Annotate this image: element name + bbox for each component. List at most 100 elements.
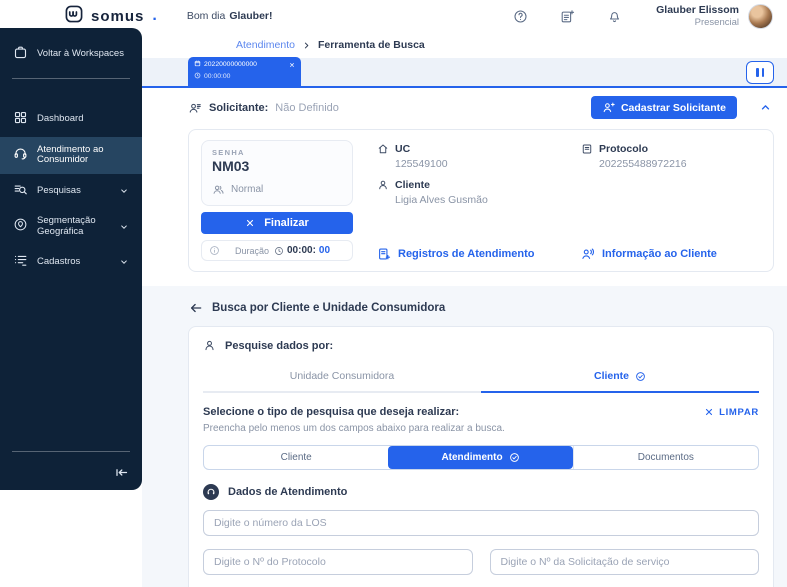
somus-logo-dot: . xyxy=(152,7,156,25)
ticket-left-column: SENHA NM03 Normal xyxy=(201,140,353,261)
senha-value: NM03 xyxy=(212,158,342,174)
top-bar: somus. Bom dia Glauber! xyxy=(0,0,787,30)
pause-button[interactable] xyxy=(746,61,774,84)
uc-label: UC xyxy=(395,143,410,155)
chevron-up-icon[interactable] xyxy=(759,101,772,114)
uc-label-row: UC xyxy=(377,143,557,155)
clock-icon xyxy=(194,72,201,82)
chevron-right-icon xyxy=(302,41,311,50)
finalizar-button[interactable]: Finalizar xyxy=(201,212,353,234)
home-icon xyxy=(377,143,389,155)
cliente-field: Cliente Ligia Alves Gusmão xyxy=(377,179,557,206)
dados-atendimento-row: Dados de Atendimento xyxy=(203,484,759,500)
segment-cliente[interactable]: Cliente xyxy=(204,446,388,469)
person-icon xyxy=(377,179,389,191)
user-menu[interactable]: Glauber Elissom Presencial xyxy=(656,4,773,29)
bell-icon[interactable] xyxy=(607,9,622,24)
close-icon[interactable] xyxy=(289,62,295,68)
sidebar-item-atendimento-consumidor[interactable]: Atendimento ao Consumidor xyxy=(0,137,142,174)
protocolo-value: 202255488972216 xyxy=(599,158,761,170)
select-type-hint: Preencha pelo menos um dos campos abaixo… xyxy=(203,423,759,434)
avatar[interactable] xyxy=(748,4,773,29)
doc-add-icon xyxy=(377,247,391,261)
sidebar-item-label: Voltar à Workspaces xyxy=(37,49,124,59)
greeting-name: Glauber! xyxy=(229,10,272,22)
sidebar-item-dashboard[interactable]: Dashboard xyxy=(0,102,142,136)
ticket-card: SENHA NM03 Normal xyxy=(188,129,774,272)
informacao-cliente-link[interactable]: Informação ao Cliente xyxy=(581,247,761,261)
geo-pin-icon xyxy=(13,217,28,235)
tab-unidade-consumidora[interactable]: Unidade Consumidora xyxy=(203,362,481,391)
sidebar-divider xyxy=(12,78,130,79)
search-tabs: Unidade Consumidora Cliente xyxy=(203,362,759,393)
breadcrumb-parent[interactable]: Atendimento xyxy=(236,39,295,51)
sidebar-gap xyxy=(0,86,142,102)
protocolo-label-row: Protocolo xyxy=(581,143,761,155)
input-row xyxy=(203,549,759,575)
greeting: Bom dia Glauber! xyxy=(187,10,273,22)
main-content: Atendimento Ferramenta de Busca 20220000… xyxy=(142,30,787,587)
somus-logo-icon xyxy=(64,4,84,29)
solicitacao-servico-input[interactable] xyxy=(490,549,760,575)
informacao-cliente-label: Informação ao Cliente xyxy=(602,248,717,260)
cliente-label: Cliente xyxy=(395,179,430,191)
solicitante-value: Não Definido xyxy=(275,102,339,114)
document-icon xyxy=(581,143,593,155)
note-add-icon[interactable] xyxy=(560,9,575,24)
priority-row: Normal xyxy=(212,183,342,196)
duracao-label: Duração xyxy=(235,246,269,256)
duracao-box: Duração 00:00:00 xyxy=(201,240,353,261)
sidebar-item-segmentacao-geografica[interactable]: Segmentação Geográfica xyxy=(0,208,142,245)
sidebar-divider xyxy=(12,451,130,452)
search-type-segments: Cliente Atendimento Documentos xyxy=(203,445,759,470)
session-tab[interactable]: 20220000000000 00:00:00 xyxy=(188,57,301,86)
headset-circle-icon xyxy=(203,484,219,500)
segment-atendimento[interactable]: Atendimento xyxy=(388,446,572,469)
sidebar-item-voltar-workspaces[interactable]: Voltar à Workspaces xyxy=(0,37,142,71)
registros-atendimento-label: Registros de Atendimento xyxy=(398,248,535,260)
x-icon xyxy=(704,407,714,417)
help-icon[interactable] xyxy=(513,9,528,24)
breadcrumb: Atendimento Ferramenta de Busca xyxy=(142,30,787,58)
los-input[interactable] xyxy=(203,510,759,536)
collapse-sidebar-icon[interactable] xyxy=(114,465,129,480)
top-actions xyxy=(513,9,622,24)
chevron-down-icon xyxy=(119,257,129,267)
protocolo-input[interactable] xyxy=(203,549,473,575)
check-circle-icon xyxy=(509,452,520,463)
segment-label: Atendimento xyxy=(441,452,502,463)
session-tab-strip: 20220000000000 00:00:00 xyxy=(142,58,787,88)
chevron-down-icon xyxy=(119,186,129,196)
select-type-row: Selecione o tipo de pesquisa que deseja … xyxy=(203,406,759,418)
clock-icon xyxy=(274,246,284,256)
greeting-text: Bom dia xyxy=(187,10,226,22)
session-tab-number: 20220000000000 xyxy=(204,62,257,69)
back-arrow-icon[interactable] xyxy=(189,301,203,315)
chevron-down-icon xyxy=(119,222,129,232)
tab-cliente[interactable]: Cliente xyxy=(481,362,759,391)
cliente-value: Ligia Alves Gusmão xyxy=(395,194,557,206)
limpar-button[interactable]: LIMPAR xyxy=(704,407,759,418)
protocolo-field: Protocolo 202255488972216 xyxy=(581,143,761,170)
person-icon xyxy=(203,339,216,352)
sidebar-item-pesquisas[interactable]: Pesquisas xyxy=(0,174,142,208)
person-voice-icon xyxy=(581,247,595,261)
tab-label: Unidade Consumidora xyxy=(290,370,394,382)
cadastrar-solicitante-button[interactable]: Cadastrar Solicitante xyxy=(591,96,737,119)
user-meta: Glauber Elissom Presencial xyxy=(656,4,739,29)
sidebar-item-cadastros[interactable]: Cadastros xyxy=(0,245,142,279)
registros-atendimento-link[interactable]: Registros de Atendimento xyxy=(377,247,557,261)
sidebar-spacer xyxy=(0,280,142,445)
cadastrar-solicitante-label: Cadastrar Solicitante xyxy=(621,102,726,114)
ticket-right-column: Protocolo 202255488972216 Informação ao … xyxy=(581,140,761,261)
dashboard-icon xyxy=(13,110,28,128)
user-status: Presencial xyxy=(656,17,739,29)
segment-documentos[interactable]: Documentos xyxy=(573,446,758,469)
finalizar-label: Finalizar xyxy=(264,217,309,229)
person-badge-icon xyxy=(188,101,202,115)
search-card: Pesquise dados por: Unidade Consumidora … xyxy=(188,326,774,587)
session-tab-timer: 00:00:00 xyxy=(204,74,230,81)
priority-label: Normal xyxy=(231,184,263,195)
sidebar-footer xyxy=(0,459,142,482)
uc-field: UC 125549100 xyxy=(377,143,557,170)
